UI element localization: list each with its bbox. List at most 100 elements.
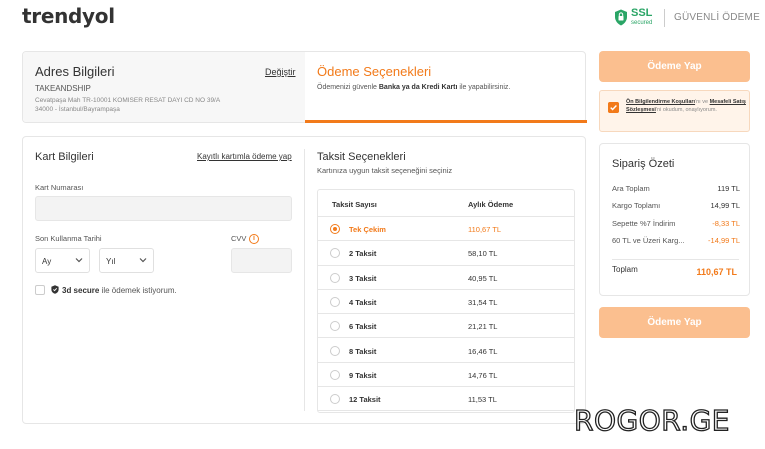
expiry-month-select[interactable]: Ay <box>35 248 90 273</box>
installments-table: Taksit Sayısı Aylık Ödeme Tek Çekim 110,6… <box>317 189 575 413</box>
expiry-label: Son Kullanma Tarihi <box>35 234 102 243</box>
ssl-badge: SSL secured <box>614 8 652 26</box>
summary-label: 60 TL ve Üzeri Karg... <box>612 235 685 245</box>
installment-amount: 21,21 TL <box>468 322 498 332</box>
installment-radio[interactable] <box>330 272 340 283</box>
order-summary-title: Sipariş Özeti <box>612 158 675 170</box>
page-header: trendyol SSL secured GÜVENLİ ÖDEME <box>0 0 765 34</box>
summary-row: 60 TL ve Üzeri Karg... -14,99 TL <box>612 236 740 246</box>
installment-count: 12 Taksit <box>349 395 381 405</box>
expiry-year-value: Yıl <box>106 257 116 266</box>
chevron-down-icon <box>75 258 83 263</box>
pay-button-bottom[interactable]: Ödeme Yap <box>599 307 750 338</box>
card-number-input[interactable] <box>35 196 292 221</box>
header-divider <box>664 9 665 27</box>
summary-label: Ara Toplam <box>612 184 650 193</box>
installment-count: Tek Çekim <box>349 225 386 234</box>
card-info-title: Kart Bilgileri <box>35 151 94 163</box>
summary-value: 119 TL <box>717 184 740 193</box>
installment-row[interactable]: 6 Taksit 21,21 TL <box>318 314 574 339</box>
installment-count: 4 Taksit <box>349 297 377 307</box>
address-name: TAKEANDSHIP <box>35 84 91 93</box>
installment-count: 3 Taksit <box>349 273 377 283</box>
total-value: 110,67 TL <box>696 267 737 277</box>
installment-radio[interactable] <box>330 345 340 356</box>
summary-label: Sepette %7 İndirim <box>612 218 676 228</box>
checkout-steps-card: Adres Bilgileri Değiştir TAKEANDSHIP Cev… <box>22 51 587 123</box>
summary-row: Kargo Toplamı 14,99 TL <box>612 201 740 211</box>
cvv-input[interactable] <box>231 248 292 273</box>
installment-radio[interactable] <box>330 321 340 332</box>
column-header-count: Taksit Sayısı <box>332 200 377 209</box>
secure-payment-label: GÜVENLİ ÖDEME <box>674 12 760 23</box>
cvv-label: CVV <box>231 234 247 243</box>
installment-radio[interactable] <box>330 394 340 405</box>
agreement-text: Ön Bilgilendirme Koşulları'nı ve Mesafel… <box>626 99 746 113</box>
expiry-month-value: Ay <box>42 257 52 266</box>
ssl-label: SSL <box>631 7 653 19</box>
address-line-2: 34000 - İstanbul/Bayrampaşa <box>35 106 120 113</box>
address-tab[interactable]: Adres Bilgileri Değiştir TAKEANDSHIP Cev… <box>23 52 305 122</box>
installment-amount: 31,54 TL <box>468 297 498 307</box>
agreement-box: Ön Bilgilendirme Koşulları'nı ve Mesafel… <box>599 90 750 132</box>
installments-description: Kartınıza uygun taksit seçeneğini seçini… <box>317 166 453 175</box>
chevron-down-icon <box>139 258 147 263</box>
info-icon[interactable]: i <box>249 234 259 244</box>
address-line-1: Cevatpaşa Mah TR-10001 KOMISER RESAT DAY… <box>35 97 221 104</box>
installment-amount: 58,10 TL <box>468 249 498 259</box>
column-divider <box>304 149 305 411</box>
summary-row: Sepette %7 İndirim -8,33 TL <box>612 219 740 229</box>
summary-value: -14,99 TL <box>708 235 740 245</box>
payment-form-card: Kart Bilgileri Kayıtlı kartımla ödeme ya… <box>22 136 586 424</box>
installment-radio[interactable] <box>330 224 340 234</box>
installment-count: 8 Taksit <box>349 346 377 356</box>
active-tab-indicator <box>305 120 587 123</box>
installment-amount: 14,76 TL <box>468 370 498 380</box>
installment-radio[interactable] <box>330 248 340 259</box>
table-header: Taksit Sayısı Aylık Ödeme <box>318 190 574 217</box>
trendyol-logo[interactable]: trendyol <box>22 4 115 28</box>
installment-amount: 110,67 TL <box>468 225 502 234</box>
payment-title: Ödeme Seçenekleri <box>317 64 432 79</box>
address-title: Adres Bilgileri <box>35 64 115 79</box>
3d-secure-label: 3d secure ile ödemek istiyorum. <box>62 286 177 295</box>
expiry-year-select[interactable]: Yıl <box>99 248 154 273</box>
pay-button[interactable]: Ödeme Yap <box>599 51 750 82</box>
installment-amount: 40,95 TL <box>468 273 498 283</box>
ssl-shield-icon <box>615 9 627 25</box>
installment-count: 2 Taksit <box>349 249 377 259</box>
installment-row[interactable]: 12 Taksit 11,53 TL <box>318 387 574 412</box>
summary-label: Kargo Toplamı <box>612 201 661 211</box>
change-address-link[interactable]: Değiştir <box>265 67 296 77</box>
installment-row[interactable]: 8 Taksit 16,46 TL <box>318 339 574 363</box>
summary-value: 14,99 TL <box>710 201 740 211</box>
watermark: ROGOR.GE <box>573 403 730 437</box>
3d-secure-checkbox[interactable] <box>35 285 45 295</box>
installment-amount: 16,46 TL <box>468 346 498 356</box>
installment-row[interactable]: 9 Taksit 14,76 TL <box>318 363 574 388</box>
installments-title: Taksit Seçenekleri <box>317 151 406 163</box>
installment-row[interactable]: Tek Çekim 110,67 TL <box>318 217 574 242</box>
ssl-sublabel: secured <box>631 20 653 26</box>
installment-row[interactable]: 4 Taksit 31,54 TL <box>318 290 574 315</box>
installment-row[interactable]: 3 Taksit 40,95 TL <box>318 266 574 290</box>
payment-tab[interactable]: Ödeme Seçenekleri Ödemenizi güvenle Bank… <box>305 52 587 123</box>
shield-icon <box>51 285 59 294</box>
preliminary-info-link[interactable]: Ön Bilgilendirme Koşulları <box>626 99 695 105</box>
card-number-label: Kart Numarası <box>35 183 84 192</box>
agreement-checkbox[interactable] <box>608 102 619 113</box>
installment-radio[interactable] <box>330 296 340 307</box>
column-header-amount: Aylık Ödeme <box>468 200 514 209</box>
installment-count: 9 Taksit <box>349 370 377 380</box>
installment-count: 6 Taksit <box>349 322 377 332</box>
total-label: Toplam <box>612 265 638 274</box>
installment-row[interactable]: 2 Taksit 58,10 TL <box>318 241 574 266</box>
saved-card-link[interactable]: Kayıtlı kartımla ödeme yap <box>197 152 292 161</box>
summary-value: -8,33 TL <box>712 218 740 228</box>
summary-row: Ara Toplam 119 TL <box>612 184 740 194</box>
installment-amount: 11,53 TL <box>468 395 497 405</box>
payment-description: Ödemenizi güvenle Banka ya da Kredi Kart… <box>317 84 511 91</box>
installment-radio[interactable] <box>330 369 340 380</box>
summary-divider <box>612 259 739 260</box>
order-summary: Sipariş Özeti Ara Toplam 119 TL Kargo Topl… <box>599 143 750 296</box>
